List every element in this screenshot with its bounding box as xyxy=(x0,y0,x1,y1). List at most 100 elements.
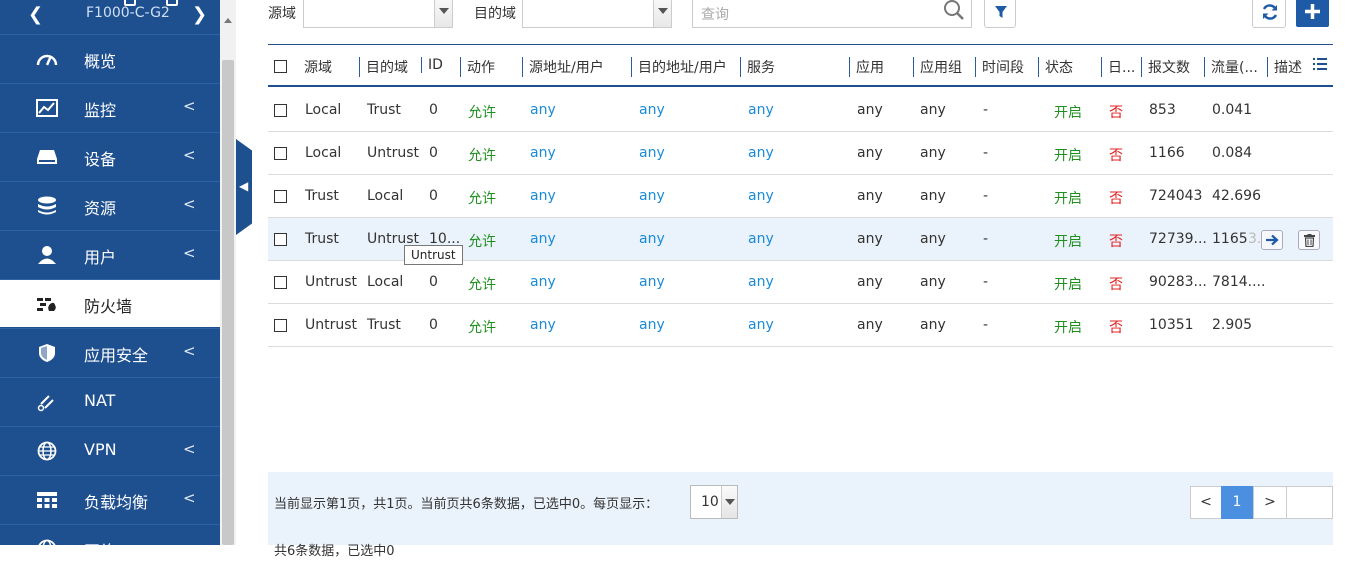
dst-zone-select[interactable] xyxy=(522,0,672,28)
cell-status: 开启 xyxy=(1054,148,1082,164)
row-checkbox[interactable] xyxy=(274,147,287,160)
chevron-down-icon[interactable] xyxy=(434,0,452,27)
cell-app: any xyxy=(857,188,883,204)
sidebar-item-nat[interactable]: NAT xyxy=(0,377,220,425)
sidebar-item-overview[interactable]: 概览 xyxy=(0,34,220,82)
trash-icon xyxy=(1304,234,1315,247)
cell-id: 0 xyxy=(429,145,438,161)
sidebar-scrollbar[interactable] xyxy=(220,0,236,545)
col-header-id[interactable]: ID xyxy=(421,57,443,73)
col-header-src-zone[interactable]: 源域 xyxy=(304,57,332,77)
cell-src-addr[interactable]: any xyxy=(530,231,556,247)
scroll-up-icon[interactable] xyxy=(224,18,232,23)
col-header-time-range[interactable]: 时间段 xyxy=(975,57,1024,77)
row-checkbox[interactable] xyxy=(274,276,287,289)
table-row[interactable]: Local Trust 0 允许 any any any any any - 开… xyxy=(268,89,1333,132)
cell-src-addr[interactable]: any xyxy=(530,188,556,204)
cell-traffic: 42.696 xyxy=(1212,188,1261,204)
cell-time: - xyxy=(983,274,989,290)
table-row[interactable]: Trust Local 0 允许 any any any any any - 开… xyxy=(268,175,1333,218)
collapse-sidebar-button[interactable]: ◀ xyxy=(236,139,252,235)
cell-src-addr[interactable]: any xyxy=(530,317,556,333)
scrollbar-thumb[interactable] xyxy=(222,60,234,545)
row-checkbox[interactable] xyxy=(274,190,287,203)
cell-dst-addr[interactable]: any xyxy=(639,102,665,118)
cell-app: any xyxy=(857,145,883,161)
cell-dst-addr[interactable]: any xyxy=(639,188,665,204)
cell-service[interactable]: any xyxy=(748,274,774,290)
column-menu-icon[interactable] xyxy=(1313,57,1327,71)
refresh-icon xyxy=(1262,4,1278,20)
col-header-service[interactable]: 服务 xyxy=(740,57,775,77)
search-input[interactable]: 查询 xyxy=(692,0,972,28)
sidebar-item-user[interactable]: 用户 < xyxy=(0,230,220,278)
chevron-down-icon[interactable] xyxy=(653,0,671,27)
row-checkbox[interactable] xyxy=(274,319,287,332)
col-header-dst-addr[interactable]: 目的地址/用户 xyxy=(631,57,727,77)
cell-app-group: any xyxy=(920,317,946,333)
delete-row-button[interactable] xyxy=(1298,230,1320,250)
sidebar-item-monitor[interactable]: 监控 < xyxy=(0,83,220,131)
move-row-button[interactable] xyxy=(1261,230,1283,250)
cell-app: any xyxy=(857,274,883,290)
sidebar-item-device[interactable]: 设备 < xyxy=(0,132,220,180)
cell-src-addr[interactable]: any xyxy=(530,274,556,290)
next-page-button[interactable]: > xyxy=(1253,486,1287,519)
filter-button[interactable] xyxy=(984,0,1016,28)
cell-service[interactable]: any xyxy=(748,317,774,333)
col-header-traffic[interactable]: 流量(... xyxy=(1204,57,1258,77)
sidebar-item-firewall[interactable]: 防火墙 xyxy=(0,279,220,327)
row-checkbox[interactable] xyxy=(274,104,287,117)
sidebar-item-network[interactable]: 网络 xyxy=(0,524,220,572)
cell-action: 允许 xyxy=(468,105,496,121)
search-icon[interactable] xyxy=(943,0,965,21)
cell-src-addr[interactable]: any xyxy=(530,102,556,118)
page-size-select[interactable]: 10 xyxy=(690,485,738,519)
next-device-icon[interactable]: ❯ xyxy=(192,4,207,25)
col-header-dst-zone[interactable]: 目的域 xyxy=(359,57,408,77)
goto-page-input[interactable] xyxy=(1286,486,1333,519)
table-row[interactable]: Untrust Local 0 允许 any any any any any -… xyxy=(268,261,1333,304)
prev-device-icon[interactable]: ❮ xyxy=(28,4,43,25)
sidebar-item-app-security[interactable]: 应用安全 < xyxy=(0,328,220,376)
page-1-button[interactable]: 1 xyxy=(1221,486,1253,519)
firewall-icon xyxy=(36,294,58,314)
page-size-value: 10 xyxy=(701,494,719,510)
col-header-src-addr[interactable]: 源地址/用户 xyxy=(522,57,604,77)
cell-id: 0 xyxy=(429,317,438,333)
col-header-status[interactable]: 状态 xyxy=(1038,57,1073,77)
row-checkbox[interactable] xyxy=(274,233,287,246)
col-header-app[interactable]: 应用 xyxy=(849,57,884,77)
sidebar-item-vpn[interactable]: VPN < xyxy=(0,426,220,474)
table-row[interactable]: Local Untrust 0 允许 any any any any any -… xyxy=(268,132,1333,175)
cell-service[interactable]: any xyxy=(748,231,774,247)
col-header-log[interactable]: 日... xyxy=(1101,57,1135,77)
refresh-button[interactable] xyxy=(1252,0,1286,28)
sidebar-item-load-balance[interactable]: 负载均衡 < xyxy=(0,475,220,523)
col-header-packets[interactable]: 报文数 xyxy=(1141,57,1190,77)
cell-service[interactable]: any xyxy=(748,102,774,118)
cell-src-addr[interactable]: any xyxy=(530,145,556,161)
cell-dst-addr[interactable]: any xyxy=(639,145,665,161)
select-all-checkbox[interactable] xyxy=(274,60,287,73)
col-header-desc[interactable]: 描述 xyxy=(1267,57,1302,77)
col-header-app-group[interactable]: 应用组 xyxy=(913,57,962,77)
cell-dst-addr[interactable]: any xyxy=(639,274,665,290)
cell-service[interactable]: any xyxy=(748,145,774,161)
cell-packets: 724043 xyxy=(1149,188,1203,204)
cell-service[interactable]: any xyxy=(748,188,774,204)
cell-packets: 72739... xyxy=(1149,231,1207,247)
cell-id: 0 xyxy=(429,102,438,118)
prev-page-button[interactable]: < xyxy=(1190,486,1222,519)
chevron-down-icon[interactable] xyxy=(721,486,737,518)
cell-dst-addr[interactable]: any xyxy=(639,231,665,247)
col-header-action[interactable]: 动作 xyxy=(460,57,495,77)
table-row[interactable]: Untrust Trust 0 允许 any any any any any -… xyxy=(268,304,1333,347)
add-button[interactable] xyxy=(1296,0,1329,27)
dst-zone-label: 目的域 xyxy=(474,6,516,22)
cell-dst-addr[interactable]: any xyxy=(639,317,665,333)
database-stack-icon xyxy=(36,196,58,216)
src-zone-select[interactable] xyxy=(303,0,453,28)
cell-src-zone: Local xyxy=(305,145,342,161)
sidebar-item-resource[interactable]: 资源 < xyxy=(0,181,220,229)
